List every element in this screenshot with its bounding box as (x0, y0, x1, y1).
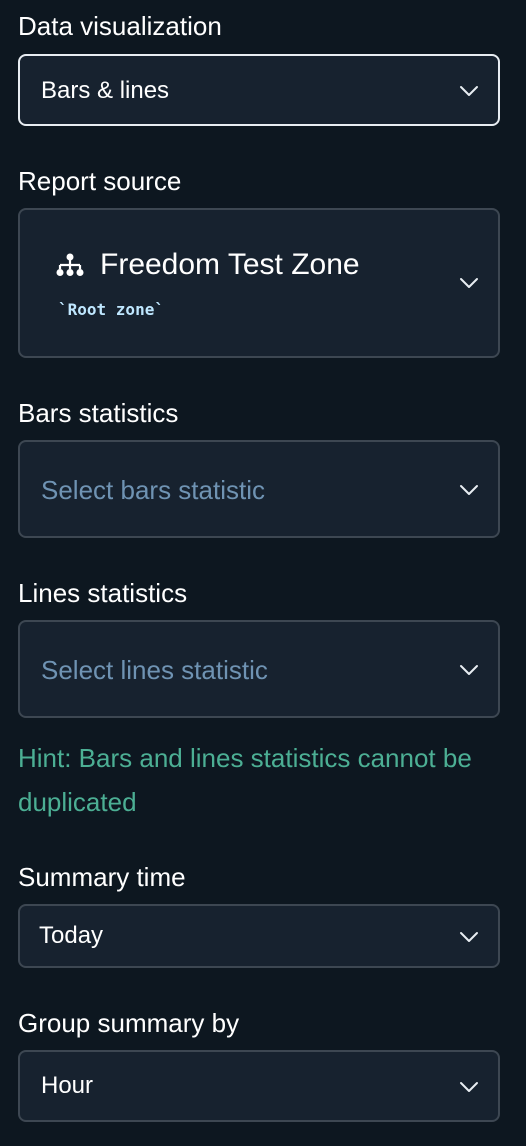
group-summary-by-label: Group summary by (18, 1008, 240, 1038)
data-visualization-select[interactable]: Bars & lines (18, 54, 500, 126)
chevron-down-icon (458, 483, 480, 497)
summary-time-value: Today (39, 922, 104, 949)
chevron-down-icon (458, 930, 480, 944)
lines-statistics-placeholder: Select lines statistic (41, 655, 268, 685)
hierarchy-icon (55, 252, 85, 278)
chevron-down-icon (458, 276, 480, 290)
bars-statistics-label: Bars statistics (18, 398, 179, 428)
summary-time-label: Summary time (18, 862, 186, 892)
lines-statistics-label: Lines statistics (18, 578, 188, 608)
hint-text: Hint: Bars and lines statistics cannot b… (18, 743, 472, 817)
data-visualization-label: Data visualization (18, 11, 222, 41)
group-summary-by-value: Hour (41, 1072, 94, 1099)
report-source-label: Report source (18, 166, 182, 196)
bars-statistics-placeholder: Select bars statistic (41, 475, 265, 505)
chevron-down-icon (458, 84, 480, 98)
summary-time-select[interactable]: Today (18, 904, 500, 968)
data-visualization-value: Bars & lines (41, 77, 170, 104)
lines-statistics-select[interactable]: Select lines statistic (18, 620, 500, 718)
report-source-zone-type: `Root zone` (58, 300, 164, 319)
chevron-down-icon (458, 1080, 480, 1094)
chevron-down-icon (458, 663, 480, 677)
bars-statistics-select[interactable]: Select bars statistic (18, 440, 500, 538)
report-source-select[interactable] (18, 208, 500, 358)
report-source-zone-name: Freedom Test Zone (100, 248, 360, 281)
group-summary-by-select[interactable]: Hour (18, 1050, 500, 1122)
